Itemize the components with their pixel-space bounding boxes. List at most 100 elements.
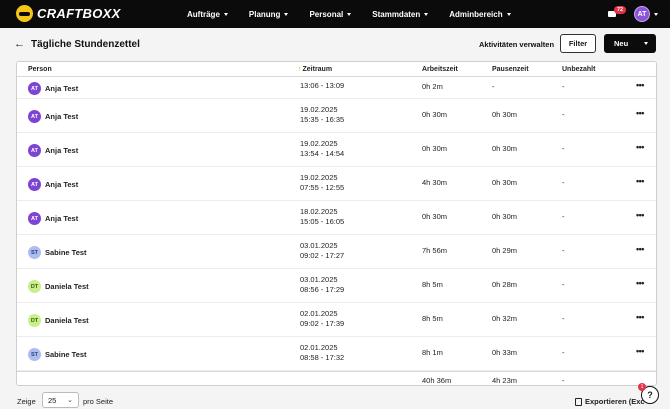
messages-badge: 72: [614, 6, 627, 14]
pausenzeit-cell: 0h 28m: [492, 280, 518, 289]
unbezahlt-cell: -: [562, 110, 565, 119]
caret-down-icon[interactable]: [644, 42, 648, 45]
help-badge: 1: [638, 383, 646, 391]
person-cell: AT Anja Test: [28, 82, 78, 95]
helmet-icon: [16, 5, 33, 22]
unbezahlt-cell: -: [562, 178, 565, 187]
time-range-value: 13:06 - 13:09: [300, 81, 345, 90]
page-header: ← Tägliche Stundenzettel Aktivitäten ver…: [0, 28, 670, 60]
time-range-value: 15:35 - 16:35: [300, 115, 345, 124]
date-value: 19.02.2025: [300, 173, 338, 182]
avatar: ST: [28, 348, 41, 361]
caret-down-icon: [347, 12, 352, 16]
arbeitszeit-cell: 0h 2m: [422, 82, 443, 91]
caret-down-icon: [506, 12, 511, 16]
zeitraum-cell: 02.01.2025 09:02 - 17:39: [300, 309, 344, 329]
more-actions-icon[interactable]: •••: [636, 210, 644, 220]
caret-down-icon[interactable]: [654, 12, 658, 16]
person-name: Anja Test: [45, 180, 79, 189]
page-size-select[interactable]: 25 ⌄: [42, 392, 79, 408]
more-actions-icon[interactable]: •••: [636, 176, 644, 186]
nav-item-adminbereich[interactable]: Adminbereich: [449, 10, 511, 19]
person-name: Sabine Test: [45, 350, 87, 359]
avatar: AT: [28, 212, 41, 225]
column-header-pausenzeit[interactable]: Pausenzeit: [492, 66, 529, 73]
caret-down-icon: [223, 12, 228, 16]
export-excel-button[interactable]: Exportieren (Exc: [575, 397, 645, 406]
more-actions-icon[interactable]: •••: [636, 244, 644, 254]
sort-ascending-icon: ↑: [298, 66, 302, 73]
user-avatar[interactable]: AT: [634, 6, 650, 22]
top-navbar: CRAFTBOXX Aufträge Planung Personal Stam…: [0, 0, 670, 28]
nav-label: Stammdaten: [372, 9, 421, 19]
arrow-left-icon[interactable]: ←: [14, 38, 25, 50]
export-label: Exportieren (Exc: [585, 397, 645, 406]
table-row[interactable]: DT Daniela Test 03.01.2025 08:56 - 17:29 8h …: [17, 269, 656, 303]
nav-item-planung[interactable]: Planung: [249, 10, 289, 19]
time-range-value: 09:02 - 17:39: [300, 319, 345, 328]
person-cell: DT Daniela Test: [28, 280, 89, 293]
person-name: Anja Test: [45, 146, 79, 155]
nav-item-auftraege[interactable]: Aufträge: [187, 10, 228, 19]
table-row[interactable]: ST Sabine Test 03.01.2025 09:02 - 17:27 7h 5…: [17, 235, 656, 269]
unbezahlt-cell: -: [562, 212, 565, 221]
more-actions-icon[interactable]: •••: [636, 312, 644, 322]
zeitraum-cell: 19.02.2025 13:54 - 14:54: [300, 139, 344, 159]
arbeitszeit-cell: 0h 30m: [422, 144, 448, 153]
brand-logo[interactable]: CRAFTBOXX: [16, 5, 121, 22]
caret-down-icon: [424, 12, 429, 16]
zeitraum-cell: 19.02.2025 15:35 - 16:35: [300, 105, 344, 125]
time-range-value: 13:54 - 14:54: [300, 149, 345, 158]
time-range-value: 07:55 - 12:55: [300, 183, 345, 192]
column-header-zeitraum[interactable]: ↑Zeitraum: [298, 66, 332, 73]
person-name: Daniela Test: [45, 282, 89, 291]
avatar: DT: [28, 314, 41, 327]
per-page-label: pro Seite: [83, 397, 114, 406]
more-actions-icon[interactable]: •••: [636, 108, 644, 118]
page-size-value: 25: [48, 395, 57, 405]
zeitraum-cell: 18.02.2025 15:05 - 16:05: [300, 207, 344, 227]
table-row[interactable]: ST Sabine Test 02.01.2025 08:58 - 17:32 8h 1…: [17, 337, 656, 371]
person-cell: AT Anja Test: [28, 144, 78, 157]
caret-down-icon: [284, 12, 289, 16]
unbezahlt-cell: -: [562, 144, 565, 153]
more-actions-icon[interactable]: •••: [636, 80, 644, 90]
brand-name: CRAFTBOXX: [37, 6, 121, 21]
arbeitszeit-cell: 8h 5m: [422, 280, 443, 289]
time-range-value: 08:56 - 17:29: [300, 285, 345, 294]
more-actions-icon[interactable]: •••: [636, 278, 644, 288]
manage-activities-button[interactable]: Aktivitäten verwalten: [479, 40, 554, 49]
nav-item-personal[interactable]: Personal: [309, 9, 352, 19]
messages-button[interactable]: 72: [608, 6, 627, 19]
zeitraum-cell: 13:06 - 13:09: [300, 81, 344, 91]
avatar: AT: [28, 144, 41, 157]
table-row[interactable]: AT Anja Test 19.02.2025 07:55 - 12:55 4h 30m…: [17, 167, 656, 201]
more-actions-icon[interactable]: •••: [636, 346, 644, 356]
new-button[interactable]: Neu: [604, 34, 656, 53]
zeitraum-cell: 03.01.2025 08:56 - 17:29: [300, 275, 344, 295]
date-value: 19.02.2025: [300, 139, 338, 148]
unbezahlt-cell: -: [562, 280, 565, 289]
column-header-person[interactable]: Person: [28, 66, 52, 73]
avatar: DT: [28, 280, 41, 293]
pausenzeit-cell: 0h 30m: [492, 110, 518, 119]
unbezahlt-cell: -: [562, 314, 565, 323]
pausenzeit-cell: 0h 29m: [492, 246, 518, 255]
table-row[interactable]: AT Anja Test 19.02.2025 13:54 - 14:54 0h 30m…: [17, 133, 656, 167]
table-row[interactable]: DT Daniela Test 02.01.2025 09:02 - 17:39 8h …: [17, 303, 656, 337]
column-header-arbeitszeit[interactable]: Arbeitszeit: [422, 66, 458, 73]
new-button-label: Neu: [614, 39, 629, 48]
nav-label: Personal: [309, 9, 344, 19]
person-cell: DT Daniela Test: [28, 314, 89, 327]
date-value: 03.01.2025: [300, 241, 338, 250]
table-row[interactable]: AT Anja Test 18.02.2025 15:05 - 16:05 0h 30m…: [17, 201, 656, 235]
column-header-unbezahlt[interactable]: Unbezahlt: [562, 66, 595, 73]
nav-item-stammdaten[interactable]: Stammdaten: [372, 9, 429, 19]
pausenzeit-cell: 0h 33m: [492, 348, 518, 357]
date-value: 03.01.2025: [300, 275, 338, 284]
table-row[interactable]: AT Anja Test 19.02.2025 15:35 - 16:35 0h 30m…: [17, 99, 656, 133]
filter-button[interactable]: Filter: [560, 34, 596, 53]
table-row[interactable]: AT Anja Test 13:06 - 13:09 0h 2m - - •••: [17, 77, 656, 99]
more-actions-icon[interactable]: •••: [636, 142, 644, 152]
avatar: AT: [28, 110, 41, 123]
